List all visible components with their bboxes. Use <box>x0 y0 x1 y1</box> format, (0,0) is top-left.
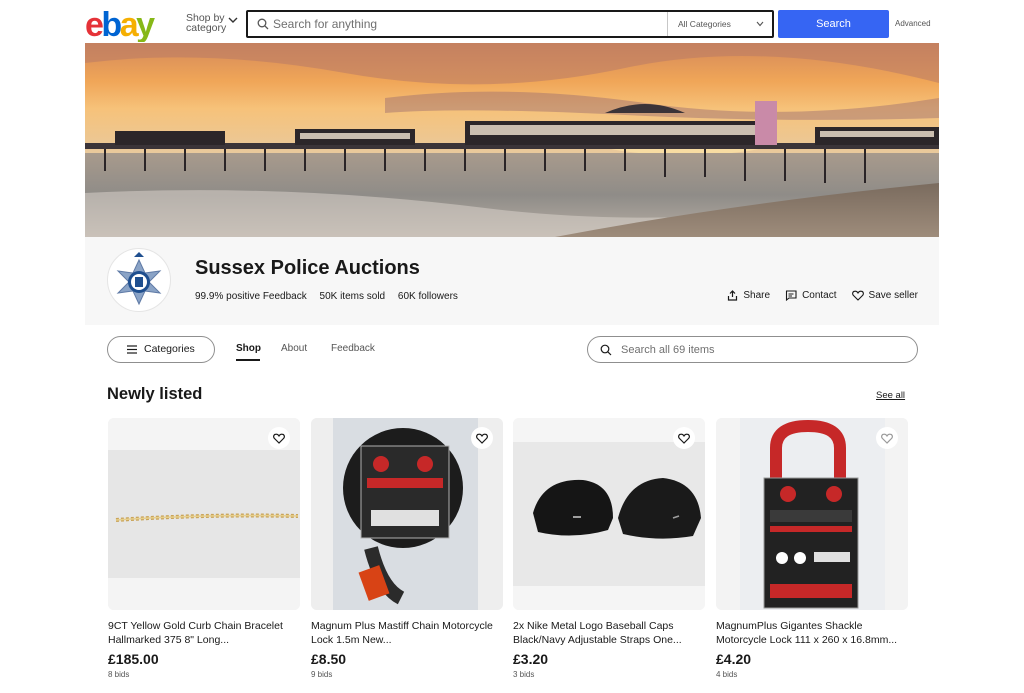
contact-label: Contact <box>802 290 837 301</box>
listing-price: £8.50 <box>311 651 347 667</box>
tab-shop[interactable]: Shop <box>236 343 261 354</box>
menu-icon <box>127 345 137 354</box>
watch-button[interactable] <box>268 427 290 449</box>
search-icon <box>257 18 269 30</box>
heart-icon <box>881 433 893 444</box>
store-search-bar <box>587 336 918 363</box>
baseball-caps-image <box>513 418 705 610</box>
listing-title[interactable]: 2x Nike Metal Logo Baseball Caps Black/N… <box>513 619 705 647</box>
share-icon <box>728 290 738 301</box>
categories-button[interactable]: Categories <box>107 336 215 363</box>
listing-card[interactable]: 9CT Yellow Gold Curb Chain Bracelet Hall… <box>108 418 300 679</box>
listing-image[interactable] <box>716 418 908 610</box>
categories-label: Categories <box>144 343 195 355</box>
svg-text:ebay: ebay <box>85 6 155 42</box>
items-sold-stat: 50K items sold <box>319 291 386 302</box>
listing-title[interactable]: Magnum Plus Mastiff Chain Motorcycle Loc… <box>311 619 503 647</box>
search-button[interactable]: Search <box>778 10 889 38</box>
listing-price: £3.20 <box>513 651 549 667</box>
active-tab-indicator <box>236 359 260 361</box>
listing-price: £185.00 <box>108 651 159 667</box>
listing-bids: 3 bids <box>513 670 535 679</box>
category-select-value: All Categories <box>678 19 731 29</box>
heart-icon <box>273 433 285 444</box>
followers-stat: 60K followers <box>397 291 458 302</box>
listing-bids: 8 bids <box>108 670 130 679</box>
store-name: Sussex Police Auctions <box>195 257 420 279</box>
listing-title[interactable]: MagnumPlus Gigantes Shackle Motorcycle L… <box>716 619 908 647</box>
listing-card[interactable]: 2x Nike Metal Logo Baseball Caps Black/N… <box>513 418 705 679</box>
tab-about[interactable]: About <box>281 343 307 354</box>
shop-by-category[interactable]: Shop by category <box>186 13 238 34</box>
watch-button[interactable] <box>876 427 898 449</box>
main-search-bar: All Categories <box>246 10 774 38</box>
listing-bids: 9 bids <box>311 670 333 679</box>
category-select[interactable]: All Categories <box>667 12 774 36</box>
section-title: Newly listed <box>107 385 203 403</box>
listing-price: £4.20 <box>716 651 752 667</box>
store-search-input[interactable] <box>621 341 901 358</box>
listing-title[interactable]: 9CT Yellow Gold Curb Chain Bracelet Hall… <box>108 619 300 647</box>
tab-feedback[interactable]: Feedback <box>331 343 375 354</box>
chevron-down-icon <box>756 21 764 27</box>
listing-image[interactable] <box>108 418 300 610</box>
listing-card[interactable]: Magnum Plus Mastiff Chain Motorcycle Loc… <box>311 418 503 679</box>
police-badge-icon <box>116 252 162 306</box>
heart-icon <box>476 433 488 444</box>
listing-image[interactable] <box>513 418 705 610</box>
chain-lock-image <box>311 418 503 610</box>
see-all-link[interactable]: See all <box>876 390 905 401</box>
save-seller-label: Save seller <box>868 290 918 301</box>
share-button[interactable]: Share <box>727 290 770 301</box>
contact-button[interactable]: Contact <box>785 290 837 301</box>
save-seller-button[interactable]: Save seller <box>851 290 918 301</box>
shackle-lock-image <box>716 418 908 610</box>
heart-icon <box>851 290 864 301</box>
share-label: Share <box>743 290 771 301</box>
advanced-search-link[interactable]: Advanced <box>895 19 931 28</box>
ebay-logo[interactable]: ebay <box>85 6 165 42</box>
message-icon <box>786 290 797 301</box>
chevron-down-icon <box>228 17 238 23</box>
store-actions: Share Contact Save seller <box>727 290 918 301</box>
listing-card[interactable]: MagnumPlus Gigantes Shackle Motorcycle L… <box>716 418 908 679</box>
listing-image[interactable] <box>311 418 503 610</box>
watch-button[interactable] <box>471 427 493 449</box>
store-info-panel: Sussex Police Auctions 99.9% positive Fe… <box>85 237 939 325</box>
search-input[interactable] <box>273 12 653 36</box>
feedback-stat[interactable]: 99.9% positive Feedback <box>195 291 307 302</box>
gold-bracelet-image <box>108 418 300 610</box>
shop-by-line2: category <box>186 22 227 34</box>
watch-button[interactable] <box>673 427 695 449</box>
store-stats: 99.9% positive Feedback 50K items sold 6… <box>195 291 468 302</box>
listing-bids: 4 bids <box>716 670 738 679</box>
store-avatar[interactable] <box>107 248 171 312</box>
banner-pier-sunset-image <box>85 43 939 237</box>
heart-icon <box>678 433 690 444</box>
search-icon <box>600 344 612 356</box>
store-banner <box>85 43 939 237</box>
